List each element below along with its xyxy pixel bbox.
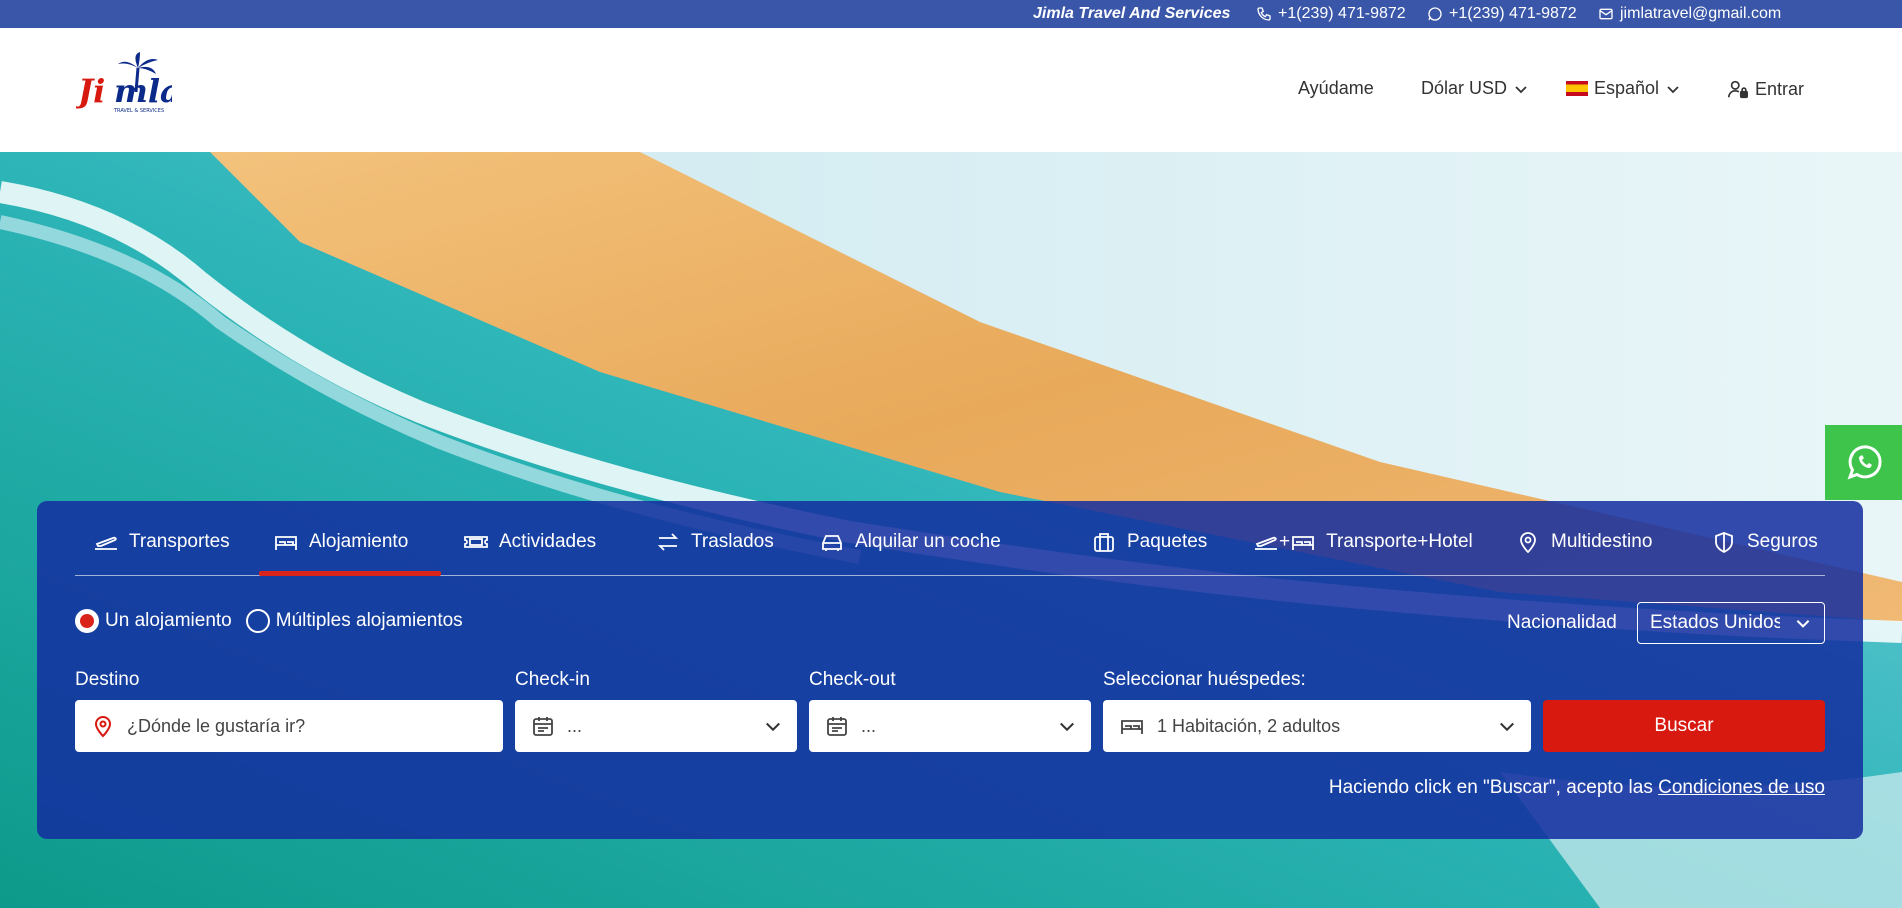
plane-icon — [95, 536, 117, 550]
email-address: jimlatravel@gmail.com — [1620, 5, 1782, 22]
location-pin-icon — [1520, 532, 1536, 553]
chevron-down-icon — [1667, 85, 1679, 93]
currency-label: Dólar USD — [1421, 78, 1508, 98]
chevron-down-icon — [1796, 620, 1810, 628]
login-label: Entrar — [1755, 78, 1805, 99]
tab-label: Alquilar un coche — [855, 531, 1001, 552]
search-button[interactable]: Buscar — [1543, 700, 1825, 752]
tab-seguros[interactable]: Seguros — [1711, 527, 1818, 557]
tab-alquilar-coche[interactable]: Alquilar un coche — [819, 527, 1001, 557]
email-link[interactable]: jimlatravel@gmail.com — [1598, 5, 1781, 23]
whatsapp-float-button[interactable] — [1825, 425, 1902, 500]
car-icon — [822, 535, 842, 551]
tab-traslados[interactable]: Traslados — [655, 527, 774, 557]
tab-label: Actividades — [499, 531, 597, 552]
tab-label: Seguros — [1747, 531, 1818, 552]
currency-dropdown[interactable]: Dólar USD — [1421, 78, 1529, 99]
nationality-value: Estados Unidos — [1650, 612, 1780, 633]
transfer-arrows-icon — [657, 533, 679, 551]
login-link[interactable]: Entrar — [1727, 78, 1804, 100]
tab-actividades[interactable]: Actividades — [463, 527, 596, 557]
calendar-icon — [827, 717, 847, 736]
tab-label: Alojamiento — [309, 531, 409, 552]
guests-value: 1 Habitación, 2 adultos — [1157, 715, 1341, 736]
nationality-label: Nacionalidad — [1507, 612, 1617, 633]
active-tab-indicator — [259, 571, 441, 576]
whatsapp-link[interactable]: +1(239) 471-9872 — [1427, 5, 1577, 23]
whatsapp-number: +1(239) 471-9872 — [1449, 5, 1577, 22]
checkout-value: ... — [861, 715, 877, 736]
checkin-field[interactable]: ... — [515, 700, 797, 752]
bed-icon — [1292, 536, 1315, 550]
chevron-down-icon — [766, 722, 780, 732]
chevron-down-icon — [1060, 722, 1074, 732]
phone-link[interactable]: +1(239) 471-9872 — [1256, 5, 1406, 23]
product-tabs: Transportes Alojamiento Actividades Tras… — [75, 501, 1825, 576]
map-pin-icon — [94, 716, 112, 738]
phone-number: +1(239) 471-9872 — [1278, 5, 1406, 22]
tab-transportes[interactable]: Transportes — [93, 527, 230, 557]
checkin-label: Check-in — [515, 669, 590, 690]
radio-single-label[interactable]: Un alojamiento — [105, 610, 232, 632]
bed-icon — [1121, 720, 1143, 734]
whatsapp-icon — [1428, 7, 1442, 21]
radio-single-accommodation[interactable] — [75, 609, 99, 633]
tab-label: Transporte+Hotel — [1326, 531, 1473, 552]
guests-label: Seleccionar huéspedes: — [1103, 669, 1306, 690]
company-name: Jimla Travel And Services — [1033, 5, 1231, 22]
radio-multiple-label[interactable]: Múltiples alojamientos — [276, 610, 463, 632]
tab-alojamiento[interactable]: Alojamiento — [273, 527, 408, 557]
destination-input[interactable]: ¿Dónde le gustaría ir? — [127, 716, 305, 737]
accommodation-type-radio-group: Un alojamiento Múltiples alojamientos — [75, 609, 463, 633]
tab-paquetes[interactable]: Paquetes — [1091, 527, 1207, 557]
top-contact-bar: Jimla Travel And Services +1(239) 471-98… — [0, 0, 1902, 28]
tab-multidestino[interactable]: Multidestino — [1515, 527, 1652, 557]
bed-icon — [275, 536, 297, 550]
svg-text:mla: mla — [114, 72, 172, 110]
suitcase-icon — [1094, 533, 1114, 552]
nationality-select[interactable]: Estados Unidos — [1637, 602, 1825, 644]
calendar-icon — [533, 717, 553, 736]
tab-label: Multidestino — [1551, 531, 1653, 552]
plus-sign: + — [1279, 531, 1291, 552]
tab-transporte-hotel[interactable]: + Transporte+Hotel — [1253, 527, 1473, 557]
radio-multiple-accommodations[interactable] — [245, 609, 270, 633]
chevron-down-icon — [1515, 85, 1527, 93]
destination-label: Destino — [75, 669, 140, 690]
jimla-logo[interactable]: Ji mla TRAVEL & SERVICES — [72, 50, 181, 122]
guests-field[interactable]: 1 Habitación, 2 adultos — [1103, 700, 1531, 752]
language-label: Español — [1594, 78, 1660, 98]
checkout-field[interactable]: ... — [809, 700, 1091, 752]
help-link[interactable]: Ayúdame — [1298, 78, 1374, 99]
ticket-icon — [464, 536, 488, 548]
terms-notice: Haciendo click en "Buscar", acepto las C… — [1329, 777, 1825, 799]
whatsapp-icon — [1847, 444, 1882, 479]
shield-icon — [1715, 532, 1733, 553]
svg-text:Ji: Ji — [76, 72, 105, 110]
language-dropdown[interactable]: Español — [1566, 78, 1681, 99]
plane-icon — [1255, 536, 1277, 550]
chevron-down-icon — [1500, 722, 1514, 732]
mail-icon — [1599, 8, 1613, 20]
checkout-label: Check-out — [809, 669, 896, 690]
logo-subtitle: TRAVEL & SERVICES — [113, 108, 164, 114]
tab-label: Traslados — [691, 531, 774, 552]
spain-flag-icon — [1566, 81, 1588, 96]
phone-icon — [1257, 7, 1271, 21]
terms-text: Haciendo click en "Buscar", acepto las — [1328, 777, 1659, 798]
search-panel: Transportes Alojamiento Actividades Tras… — [37, 501, 1863, 839]
user-lock-icon — [1728, 80, 1748, 99]
destination-field[interactable]: ¿Dónde le gustaría ir? — [75, 700, 503, 752]
tab-label: Paquetes — [1127, 531, 1208, 552]
tab-label: Transportes — [129, 531, 230, 552]
site-header: Ji mla TRAVEL & SERVICES Ayúdame Dólar U… — [0, 28, 1902, 152]
terms-of-use-link[interactable]: Condiciones de uso — [1658, 777, 1825, 798]
checkin-value: ... — [567, 715, 583, 736]
